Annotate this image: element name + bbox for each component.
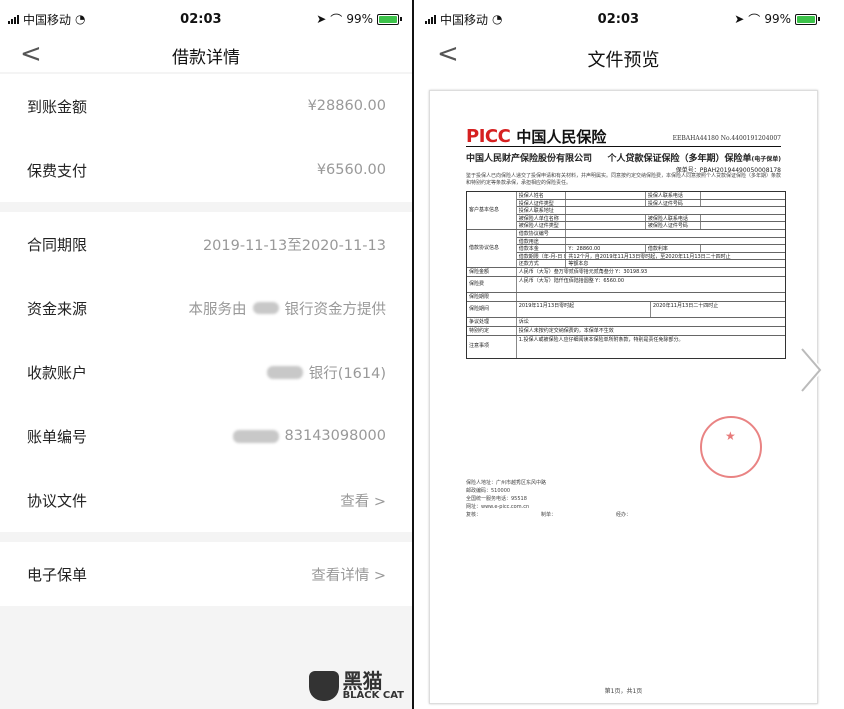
wifi-icon: ◔	[492, 12, 503, 26]
battery-percent: 99%	[346, 12, 373, 26]
location-icon: ➤	[316, 12, 327, 26]
chevron-right-icon[interactable]	[796, 345, 826, 395]
screenshot: 中国移动 ◔ 02:03 ➤ ⌒ 99% < 借款详情 到账金额 ¥28860.…	[0, 0, 844, 709]
row-received-amount: 到账金额 ¥28860.00	[27, 97, 386, 116]
amount-group: 到账金额 ¥28860.00 保费支付 ¥6560.00	[0, 74, 412, 202]
nav-bar: < 文件预览	[417, 38, 830, 80]
page-title: 文件预览	[587, 50, 660, 71]
doc-header: PICC 中国人民保险	[466, 126, 606, 147]
row-electronic-policy[interactable]: 电子保单 查看详情 >	[0, 542, 412, 606]
status-time: 02:03	[180, 11, 222, 27]
policy-group: 电子保单 查看详情 >	[0, 542, 412, 606]
seal-star-icon: ★	[725, 429, 736, 443]
battery-icon	[794, 13, 820, 25]
page-title: 借款详情	[172, 47, 240, 68]
doc-intro: 鉴于投保人已向保险人递交了投保申请和有关材料，并声明属实。同意按约定交纳保险费，…	[466, 173, 782, 186]
doc-title: 中国人民财产保险股份有限公司 个人贷款保证保险（多年期）保险单(电子保单)	[466, 154, 781, 164]
table-row: 争议处理 诉讼	[467, 318, 785, 327]
table-row: 注意事项 1.投保人或被保险人应仔细阅读本保险单所附条款，特别是责任免除部分。	[467, 336, 785, 358]
carrier-label: 中国移动	[440, 12, 489, 27]
redaction	[252, 302, 279, 314]
nav-bar: < 借款详情	[0, 38, 412, 72]
redaction	[232, 429, 279, 443]
blackcat-watermark: 黑猫 BLACK CAT	[308, 671, 404, 701]
headphone-icon: ⌒	[330, 12, 343, 27]
table-row: 保险费 人民币（大写）陆仟伍佰陆拾圆整 Y：6560.00	[467, 277, 785, 293]
loan-detail-screen: 中国移动 ◔ 02:03 ➤ ⌒ 99% < 借款详情 到账金额 ¥28860.…	[0, 0, 414, 709]
picc-logo: PICC	[466, 126, 511, 147]
wifi-icon: ◔	[75, 12, 86, 26]
doc-serial: EEBAHA44180 No.4400191204007	[672, 135, 781, 142]
file-preview-screen: 中国移动 ◔ 02:03 ➤ ⌒ 99% < 文件预览 PICC 中国人民保险 …	[417, 0, 830, 709]
view-policy-link[interactable]: 查看详情 >	[311, 564, 386, 585]
table-row: 客户基本信息 投保人姓名 投保人联系电话 投保人证件类型 投保人证件号码 投保人联系…	[467, 192, 785, 230]
row-fund-source: 资金来源 本服务由 银行资金方提供	[27, 299, 386, 318]
headphone-icon: ⌒	[748, 12, 761, 27]
table-row: 保险期间 2019年11月13日零时起 2020年11月13日二十四时止	[467, 302, 785, 318]
table-row: 保险金额 人民币（大写）叁万零贰佰零拾元贰角叁分 Y：30198.93	[467, 268, 785, 277]
status-time: 02:03	[597, 11, 640, 27]
battery-percent: 99%	[764, 12, 791, 26]
table-row: 保险期限	[467, 293, 785, 302]
contract-group: 合同期限 2019-11-13至2020-11-13 资金来源 本服务由 银行资金…	[0, 212, 412, 532]
blackcat-logo-icon	[308, 671, 339, 701]
row-premium-payment: 保费支付 ¥6560.00	[27, 161, 386, 180]
row-contract-period: 合同期限 2019-11-13至2020-11-13	[27, 235, 386, 254]
redaction	[266, 365, 303, 379]
table-row: 特别约定 投保人未按约定交纳保费的，本保单不生效	[467, 327, 785, 336]
view-agreement-link[interactable]: 查看 >	[340, 490, 386, 511]
row-agreement-file[interactable]: 协议文件 查看 >	[0, 468, 412, 532]
row-bill-number: 账单编号 83143098000	[27, 427, 386, 446]
table-row: 借款协议信息 借款协议编号 借款用途 借款本金 Y：28860.00 借款利率 借款…	[467, 230, 785, 268]
policy-document-preview[interactable]: PICC 中国人民保险 EEBAHA44180 No.4400191204007…	[429, 90, 818, 704]
signal-icon	[425, 14, 436, 24]
status-bar: 中国移动 ◔ 02:03 ➤ ⌒ 99%	[0, 0, 412, 38]
doc-footer: 保险人地址：广州市越秀区东风中路 邮政编码：510000 全国统一服务电话：95…	[466, 480, 632, 518]
signal-icon	[8, 14, 19, 24]
status-bar: 中国移动 ◔ 02:03 ➤ ⌒ 99%	[417, 0, 830, 38]
company-short-name: 中国人民保险	[516, 128, 607, 146]
carrier-label: 中国移动	[23, 12, 72, 27]
back-icon[interactable]: <	[437, 41, 459, 67]
page-indicator: 第1页，共1页	[604, 688, 643, 695]
policy-table: 客户基本信息 投保人姓名 投保人联系电话 投保人证件类型 投保人证件号码 投保人联系…	[466, 191, 786, 359]
battery-icon	[376, 13, 402, 25]
location-icon: ➤	[734, 12, 745, 26]
back-icon[interactable]: <	[20, 41, 42, 67]
row-receiving-account: 收款账户 银行(1614)	[27, 363, 386, 382]
company-seal	[700, 416, 762, 478]
